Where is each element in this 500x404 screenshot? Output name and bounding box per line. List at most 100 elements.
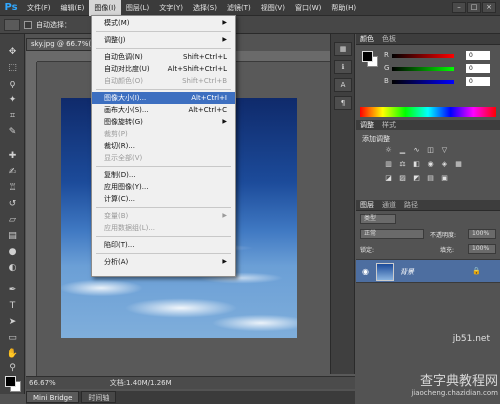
blue-letter: B [384, 77, 389, 85]
menu-edit[interactable]: 编辑(E) [56, 0, 90, 16]
menu-item[interactable]: 裁切(R)... [92, 140, 235, 152]
menu-item[interactable]: 调整(J) ▶ [92, 34, 235, 46]
layer-row-background[interactable]: ◉ 背景 🔒 [356, 259, 500, 283]
blue-slider[interactable]: B 0 [384, 77, 494, 87]
menu-item[interactable]: 自动对比度(U) Alt+Shift+Ctrl+L [92, 63, 235, 75]
menu-select[interactable]: 选择(S) [188, 0, 222, 16]
vibrance-icon[interactable]: ▽ [440, 146, 449, 154]
menu-item[interactable]: 应用图像(Y)... [92, 181, 235, 193]
menu-item[interactable]: 分析(A) ▶ [92, 256, 235, 268]
opacity-input[interactable]: 100% [468, 229, 496, 239]
marquee-tool-icon[interactable]: ⬚ [5, 62, 20, 74]
curves-icon[interactable]: ∿ [412, 146, 421, 154]
color-balance-icon[interactable]: ⚖ [398, 160, 407, 168]
move-tool-icon[interactable]: ✥ [5, 46, 20, 58]
minimize-icon[interactable]: – [452, 2, 466, 13]
tab-swatches[interactable]: 色板 [382, 34, 396, 44]
history-brush-icon[interactable]: ↺ [5, 198, 20, 210]
dodge-tool-icon[interactable]: ◐ [5, 262, 20, 274]
layer-name[interactable]: 背景 [400, 267, 414, 277]
layer-kind-filter[interactable]: 类型 [360, 214, 396, 224]
menu-help[interactable]: 帮助(H) [326, 0, 361, 16]
hue-saturation-icon[interactable]: ▥ [384, 160, 393, 168]
maximize-icon[interactable]: □ [467, 2, 481, 13]
blue-track[interactable] [392, 80, 454, 84]
menu-item-label: 模式(M) [104, 19, 130, 27]
panel-fg-swatch[interactable] [362, 51, 373, 62]
fill-input[interactable]: 100% [468, 244, 496, 254]
green-slider[interactable]: G 0 [384, 64, 494, 74]
eye-icon[interactable]: ◉ [362, 267, 369, 276]
eraser-tool-icon[interactable]: ▱ [5, 214, 20, 226]
auto-select-checkbox[interactable] [24, 20, 32, 29]
exposure-icon[interactable]: ◫ [426, 146, 435, 154]
lasso-tool-icon[interactable]: ϙ [5, 78, 20, 90]
path-selection-icon[interactable]: ➤ [5, 316, 20, 328]
brush-tool-icon[interactable]: ✍ [5, 166, 20, 178]
blend-mode-select[interactable]: 正常 [360, 229, 424, 239]
menu-type[interactable]: 文字(Y) [154, 0, 188, 16]
shape-tool-icon[interactable]: ▭ [5, 332, 20, 344]
menu-item[interactable]: 复制(D)... [92, 169, 235, 181]
menu-item[interactable]: 画布大小(S)... Alt+Ctrl+C [92, 104, 235, 116]
menu-item[interactable]: 模式(M) ▶ [92, 17, 235, 29]
zoom-tool-icon[interactable]: ⚲ [5, 362, 20, 374]
posterize-icon[interactable]: ▨ [398, 174, 407, 182]
threshold-icon[interactable]: ◩ [412, 174, 421, 182]
photo-filter-icon[interactable]: ◉ [426, 160, 435, 168]
invert-icon[interactable]: ◪ [384, 174, 393, 182]
gradient-tool-icon[interactable]: ▤ [5, 230, 20, 242]
tab-styles[interactable]: 样式 [382, 120, 396, 130]
pen-tool-icon[interactable]: ✒ [5, 284, 20, 296]
red-value[interactable]: 0 [466, 51, 490, 60]
lock-label: 锁定: [360, 247, 375, 254]
info-panel-icon[interactable]: ℹ [334, 60, 352, 74]
menu-image[interactable]: 图像(I) [89, 0, 121, 16]
clone-stamp-icon[interactable]: ♖ [5, 182, 20, 194]
selective-color-icon[interactable]: ▣ [440, 174, 449, 182]
green-track[interactable] [392, 67, 454, 71]
blue-value[interactable]: 0 [466, 77, 490, 86]
type-tool-icon[interactable]: T [5, 300, 20, 312]
red-track[interactable] [392, 54, 454, 58]
blur-tool-icon[interactable]: ● [5, 246, 20, 258]
tab-paths[interactable]: 路径 [404, 200, 418, 210]
foreground-color-swatch[interactable] [5, 376, 16, 387]
menu-item[interactable]: 自动色调(N) Shift+Ctrl+L [92, 51, 235, 63]
tab-mini-bridge[interactable]: Mini Bridge [26, 391, 80, 403]
color-lookup-icon[interactable]: ▦ [454, 160, 463, 168]
menu-view[interactable]: 视图(V) [256, 0, 290, 16]
eyedropper-icon[interactable]: ✎ [5, 126, 20, 138]
green-value[interactable]: 0 [466, 64, 490, 73]
gradient-map-icon[interactable]: ▤ [426, 174, 435, 182]
tab-adjustments[interactable]: 调整 [360, 120, 374, 130]
healing-brush-icon[interactable]: ✚ [5, 150, 20, 162]
move-tool-preset-icon[interactable] [4, 18, 20, 31]
tab-channels[interactable]: 通道 [382, 200, 396, 210]
tab-layers[interactable]: 图层 [360, 200, 374, 210]
menu-item[interactable]: 图像旋转(G) ▶ [92, 116, 235, 128]
close-icon[interactable]: × [482, 2, 496, 13]
menu-window[interactable]: 窗口(W) [290, 0, 326, 16]
tab-color[interactable]: 颜色 [360, 34, 374, 44]
menu-filter[interactable]: 滤镜(T) [222, 0, 256, 16]
menu-file[interactable]: 文件(F) [22, 0, 56, 16]
channel-mixer-icon[interactable]: ◈ [440, 160, 449, 168]
magic-wand-icon[interactable]: ✦ [5, 94, 20, 106]
paragraph-panel-icon[interactable]: ¶ [334, 96, 352, 110]
crop-tool-icon[interactable]: ⌗ [5, 110, 20, 122]
red-slider[interactable]: R 0 [384, 51, 494, 61]
color-spectrum[interactable] [360, 107, 496, 117]
tab-timeline[interactable]: 时间轴 [81, 391, 117, 403]
black-white-icon[interactable]: ◧ [412, 160, 421, 168]
brightness-icon[interactable]: ☼ [384, 146, 393, 154]
zoom-level[interactable]: 66.67% [29, 379, 56, 387]
menu-item[interactable]: 图像大小(I)... Alt+Ctrl+I [92, 92, 235, 104]
menu-item[interactable]: 陷印(T)... [92, 239, 235, 251]
history-panel-icon[interactable]: ▦ [334, 42, 352, 56]
character-panel-icon[interactable]: A [334, 78, 352, 92]
menu-layer[interactable]: 图层(L) [121, 0, 154, 16]
hand-tool-icon[interactable]: ✋ [5, 348, 20, 360]
levels-icon[interactable]: ▁ [398, 146, 407, 154]
menu-item[interactable]: 计算(C)... [92, 193, 235, 205]
